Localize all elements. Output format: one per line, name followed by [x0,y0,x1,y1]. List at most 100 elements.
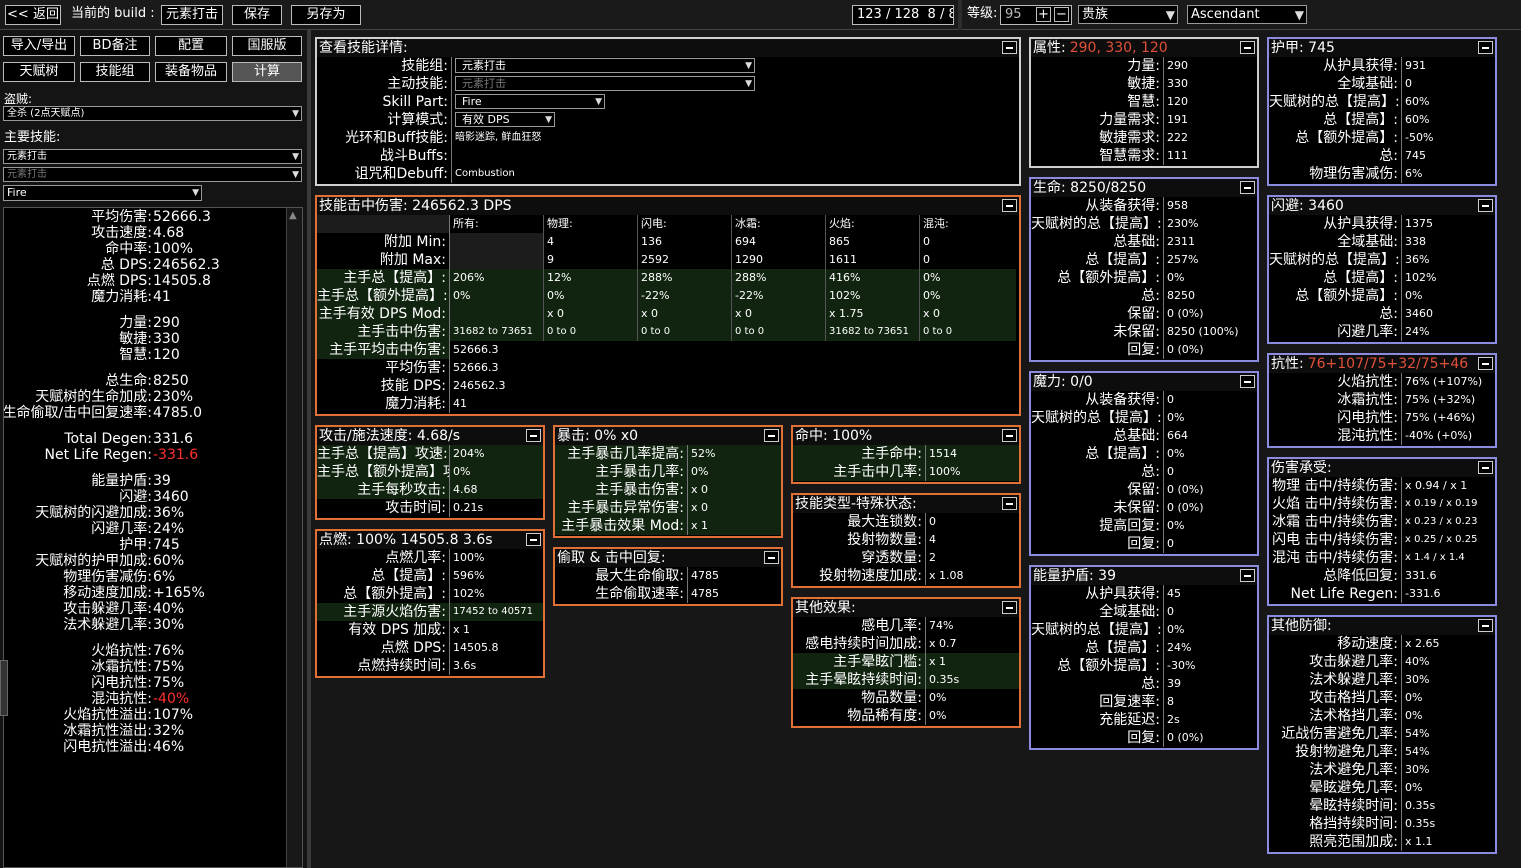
active-skill-select[interactable]: 元素打击 ▼ [3,167,302,182]
table-column-header: 混沌: [923,217,949,230]
section-title: 暴击: 0% x0 [555,427,781,445]
table-cell: 206% [450,269,544,287]
tab-tree[interactable]: 天赋树 [3,62,75,82]
scrollbar[interactable]: ▲ [286,208,302,867]
section-title-text: 其他效果: [795,600,856,616]
stat-label: 总【额外提高】: [1031,657,1164,675]
tab-skills[interactable]: 技能组 [80,62,150,82]
level-decrease-button[interactable]: − [1054,7,1069,22]
resistances-section: 抗性: 76+107/75+32/75+46 火焰抗性: 76% (+107%) 冰霜抗… [1267,353,1497,448]
sidebar-stat-row: Net Life Regen: -331.6 [4,447,284,463]
main-skill-select[interactable]: 元素打击 ▼ [3,149,302,164]
drag-handle[interactable] [0,660,8,716]
minimize-icon[interactable] [526,429,541,442]
minimize-icon[interactable] [1002,497,1017,510]
stat-value: 191 [1167,113,1188,126]
stat-value: 54% [1405,745,1430,758]
stat-label: 总基础: [1031,427,1164,445]
stat-row: 晕眩避免几率: 0% [1269,779,1495,797]
stat-value: 24% [1405,325,1430,338]
minimize-icon[interactable] [1240,41,1255,54]
sidebar-stat-row: 魔力消耗: 41 [4,289,284,305]
table-cell: 52666.3 [453,361,499,374]
stat-value: 60% [1405,113,1430,126]
build-notes-button[interactable]: BD备注 [80,36,150,56]
class-select[interactable]: 贵族 ▼ [1078,5,1178,24]
table-cell: 4 [544,233,638,251]
minimize-icon[interactable] [1240,375,1255,388]
sidebar-stat-value: 41 [153,289,171,305]
minimize-icon[interactable] [526,533,541,546]
minimize-icon[interactable] [1002,41,1017,54]
tab-items[interactable]: 装备物品 [155,62,227,82]
stat-row: 诅咒和Debuff: Combustion [317,165,1019,183]
minimize-icon[interactable] [1478,619,1493,632]
bandit-select[interactable]: 全杀 (2点天赋点) ▼ [3,106,302,121]
table-column-header: 所有: [450,215,544,233]
stat-row: 光环和Buff技能: 暗影迷踪, 鲜血狂怒 [317,129,1019,147]
table-row-label: 主手有效 DPS Mod: [317,305,450,323]
skill-part-select[interactable]: Fire ▼ [455,94,605,109]
stat-label: 近战伤害避免几率: [1269,725,1402,743]
table-column-header: 冰霜: [732,215,826,233]
section-title: 生命: 8250/8250 [1031,179,1257,197]
stat-value: 331.6 [1405,569,1437,582]
minimize-icon[interactable] [764,429,779,442]
table-row: 技能 DPS: 246562.3 [317,377,1019,395]
minimize-icon[interactable] [1240,181,1255,194]
stat-label: 从护具获得: [1269,215,1402,233]
sidebar-stat-value: 14505.8 [153,273,211,289]
stat-row: 近战伤害避免几率: 54% [1269,725,1495,743]
minimize-icon[interactable] [1478,199,1493,212]
active-skill-select[interactable]: 元素打击 ▼ [455,76,755,91]
sidebar-stat-value: 4785.0 [153,405,202,421]
stat-label: 战斗Buffs: [317,147,452,165]
stat-label: 全域基础: [1031,603,1164,621]
minimize-icon[interactable] [1478,461,1493,474]
minimize-icon[interactable] [1240,569,1255,582]
sidebar-stat-value: 331.6 [153,431,194,447]
section-title: 点燃: 100% 14505.8 3.6s [317,531,543,549]
stat-label: 充能延迟: [1031,711,1164,729]
skill-group-select[interactable]: 元素打击 ▼ [455,58,755,73]
minimize-icon[interactable] [1478,357,1493,370]
stat-value: 1375 [1405,217,1433,230]
stat-row: 有效 DPS 加成: x 1 [317,621,543,639]
table-cell: 288% [638,269,732,287]
stat-row: 攻击格挡几率: 0% [1269,689,1495,707]
cn-version-button[interactable]: 国服版 [232,36,302,56]
hit-damage-table: 所有: 物理: 闪电: 冰霜: 火焰: 混沌: 附加 Min: 4 136 694 865 0 附加 M… [317,215,1019,413]
stat-value: x 2.65 [1405,637,1440,650]
ascendancy-select[interactable]: Ascendant ▼ [1187,5,1307,24]
minimize-icon[interactable] [1478,41,1493,54]
sidebar-stat-value: 290 [153,315,180,331]
stat-value: 0% [1405,289,1423,302]
armour-section: 护甲: 745 从护具获得: 931 全域基础: 0 天赋树的总【提高】: 60% 总【提高】… [1267,37,1497,186]
stat-row: 感电持续时间加成: x 0.7 [793,635,1019,653]
minimize-icon[interactable] [764,551,779,564]
chevron-down-icon: ▼ [545,115,552,125]
config-button[interactable]: 配置 [155,36,227,56]
skill-part-select[interactable]: Fire ▼ [3,185,202,201]
stat-row: 回复: 0 [1031,535,1257,553]
calc-mode-select[interactable]: 有效 DPS ▼ [455,112,555,127]
table-column-header: 闪电: [638,215,732,233]
back-button[interactable]: << 返回 [5,5,61,25]
stat-value: 0.21s [453,501,484,514]
build-name-field[interactable]: 元素打击 [161,5,223,25]
stat-label: 总【额外提高】: [1031,269,1164,287]
save-as-button[interactable]: 另存为 [291,5,361,25]
level-increase-button[interactable]: + [1036,7,1051,22]
minimize-icon[interactable] [1002,199,1017,212]
save-button[interactable]: 保存 [232,5,282,25]
import-export-button[interactable]: 导入/导出 [3,36,75,56]
table-cell: 2592 [638,251,732,269]
sidebar-stat-label: 攻击躲避几率: [63,601,152,617]
table-cell: 865 [826,233,920,251]
table-cell: 694 [732,233,826,251]
tab-calcs[interactable]: 计算 [232,62,302,82]
minimize-icon[interactable] [1002,601,1017,614]
sidebar-stat-value: 246562.3 [153,257,220,273]
minimize-icon[interactable] [1002,429,1017,442]
sidebar-stat-row: 力量: 290 [4,315,284,331]
